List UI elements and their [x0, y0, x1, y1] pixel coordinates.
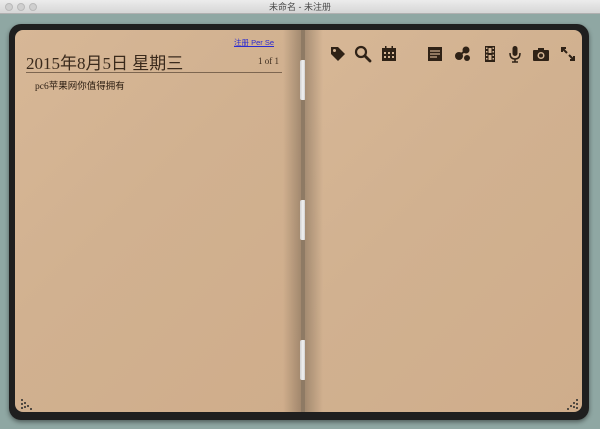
title-divider [26, 72, 282, 73]
page-counter: 1 of 1 [258, 56, 279, 66]
page-curl-right-icon[interactable] [564, 396, 580, 412]
film-icon[interactable] [480, 44, 500, 64]
title-bar: 未命名 - 未注册 [0, 0, 600, 14]
register-link[interactable]: 注册 Per Se [234, 37, 274, 48]
right-page[interactable] [305, 30, 582, 412]
notes-icon[interactable] [425, 44, 445, 64]
expand-icon[interactable] [558, 44, 578, 64]
entry-date-title[interactable]: 2015年8月5日 星期三 [26, 49, 183, 74]
tag-icon[interactable] [328, 44, 348, 64]
page-curl-left-icon[interactable] [19, 396, 35, 412]
entry-text[interactable]: pc6苹果网你值得拥有 [35, 78, 125, 92]
camera-icon[interactable] [531, 44, 551, 64]
search-icon[interactable] [353, 44, 373, 64]
share-icon[interactable] [453, 44, 473, 64]
calendar-icon[interactable] [379, 44, 399, 64]
microphone-icon[interactable] [505, 44, 525, 64]
window-title: 未命名 - 未注册 [269, 2, 331, 12]
